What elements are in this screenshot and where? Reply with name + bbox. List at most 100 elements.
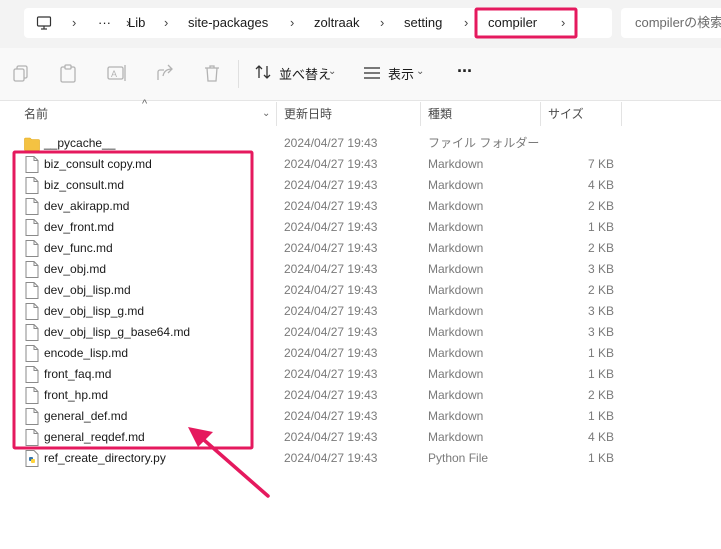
computer-icon[interactable] [36,15,52,31]
chevron-right-icon: › [380,15,385,30]
file-type: Markdown [428,157,484,171]
breadcrumb-item-setting[interactable]: setting [404,8,442,38]
column-date[interactable]: 更新日時 [284,100,332,128]
sort-ascending-icon: ^ [142,98,148,110]
file-row[interactable]: dev_obj_lisp_g_base64.md 2024/04/27 19:43… [0,322,721,343]
file-date: 2024/04/27 19:43 [284,325,378,339]
command-bar: A 並べ替え ⌄ 表示 ⌄ ··· [0,48,721,101]
file-size: 3 KB [587,262,614,276]
file-size: 1 KB [587,346,614,360]
file-name: dev_obj_lisp_g_base64.md [44,325,191,339]
file-list: __pycache__ 2024/04/27 19:43 ファイル フォルダー biz… [0,133,721,473]
file-type: Markdown [428,241,484,255]
file-row[interactable]: front_hp.md 2024/04/27 19:43 Markdown 2 KB [0,385,721,406]
delete-icon[interactable] [201,62,223,84]
column-divider[interactable] [540,102,541,126]
file-row[interactable]: biz_consult copy.md 2024/04/27 19:43 Markd… [0,154,721,175]
file-row[interactable]: front_faq.md 2024/04/27 19:43 Markdown 1 KB [0,364,721,385]
file-date: 2024/04/27 19:43 [284,199,378,213]
file-size: 2 KB [587,241,614,255]
file-size: 3 KB [587,325,614,339]
paste-icon[interactable] [57,62,79,84]
rename-icon[interactable]: A [106,62,128,84]
file-date: 2024/04/27 19:43 [284,388,378,402]
document-icon [25,387,39,404]
document-icon [25,303,39,320]
chevron-right-icon: › [164,15,169,30]
file-date: 2024/04/27 19:43 [284,136,378,150]
file-date: 2024/04/27 19:43 [284,241,378,255]
view-icon[interactable] [363,64,381,82]
file-row[interactable]: dev_obj_lisp_g.md 2024/04/27 19:43 Markdow… [0,301,721,322]
document-icon [25,240,39,257]
file-name: dev_front.md [44,220,115,234]
file-row[interactable]: dev_akirapp.md 2024/04/27 19:43 Markdown 2 … [0,196,721,217]
file-row[interactable]: biz_consult.md 2024/04/27 19:43 Markdown 4 … [0,175,721,196]
file-type: Python File [428,451,489,465]
file-name: biz_consult copy.md [44,157,152,171]
file-type: Markdown [428,430,484,444]
file-row[interactable]: general_def.md 2024/04/27 19:43 Markdown 1 … [0,406,721,427]
more-options-button[interactable]: ··· [457,61,473,82]
document-icon [25,198,39,215]
chevron-right-icon: › [464,15,469,30]
chevron-right-icon[interactable]: › [561,8,565,38]
file-row[interactable]: encode_lisp.md 2024/04/27 19:43 Markdown 1 … [0,343,721,364]
svg-text:A: A [111,69,117,79]
file-size: 3 KB [587,304,614,318]
view-button[interactable]: 表示 [388,64,414,83]
copy-icon[interactable] [10,62,32,84]
chevron-right-icon: › [72,15,77,30]
file-row[interactable]: dev_front.md 2024/04/27 19:43 Markdown 1 KB [0,217,721,238]
breadcrumb-overflow[interactable]: ··· [98,8,111,38]
document-icon [25,156,39,173]
file-size: 7 KB [587,157,614,171]
sort-button[interactable]: 並べ替え [279,64,331,83]
file-row[interactable]: ref_create_directory.py 2024/04/27 19:43 P… [0,448,721,469]
file-size: 1 KB [587,220,614,234]
file-name: encode_lisp.md [44,346,129,360]
breadcrumb-item-lib[interactable]: Lib [128,8,145,38]
file-type: Markdown [428,409,484,423]
document-icon [25,408,39,425]
file-row[interactable]: general_reqdef.md 2024/04/27 19:43 Markdow… [0,427,721,448]
file-row[interactable]: dev_obj_lisp.md 2024/04/27 19:43 Markdown 2… [0,280,721,301]
file-name: dev_obj_lisp_g.md [44,304,145,318]
chevron-down-icon: ⌄ [416,66,425,77]
file-size: 4 KB [587,178,614,192]
column-name[interactable]: 名前 [24,100,48,128]
column-dropdown-icon[interactable]: ⌄ [262,100,270,128]
file-row[interactable]: dev_func.md 2024/04/27 19:43 Markdown 2 KB [0,238,721,259]
document-icon [25,282,39,299]
search-input[interactable]: compilerの検索 [621,8,721,38]
file-type: Markdown [428,262,484,276]
column-divider[interactable] [276,102,277,126]
file-type: Markdown [428,325,484,339]
file-size [540,133,614,154]
file-type: Markdown [428,178,484,192]
file-row[interactable]: dev_obj.md 2024/04/27 19:43 Markdown 3 KB [0,259,721,280]
file-date: 2024/04/27 19:43 [284,409,378,423]
file-name: front_faq.md [44,367,112,381]
column-header: ^ 名前 ⌄ 更新日時 種類 サイズ [0,98,721,128]
file-date: 2024/04/27 19:43 [284,157,378,171]
document-icon [25,177,39,194]
file-name: dev_obj_lisp.md [44,283,131,297]
file-date: 2024/04/27 19:43 [284,178,378,192]
breadcrumb-item-zoltraak[interactable]: zoltraak [314,8,360,38]
column-size[interactable]: サイズ [548,100,584,128]
file-date: 2024/04/27 19:43 [284,430,378,444]
file-row[interactable]: __pycache__ 2024/04/27 19:43 ファイル フォルダー [0,133,721,154]
breadcrumb-item-site-packages[interactable]: site-packages [188,8,268,38]
column-divider[interactable] [621,102,622,126]
sort-icon[interactable] [254,63,272,81]
file-name: dev_akirapp.md [44,199,130,213]
column-type[interactable]: 種類 [428,100,452,128]
document-icon [25,366,39,383]
share-icon[interactable] [154,62,176,84]
column-divider[interactable] [420,102,421,126]
file-size: 2 KB [587,283,614,297]
file-name: front_hp.md [44,388,109,402]
file-date: 2024/04/27 19:43 [284,346,378,360]
breadcrumb-item-compiler[interactable]: compiler [488,8,537,38]
